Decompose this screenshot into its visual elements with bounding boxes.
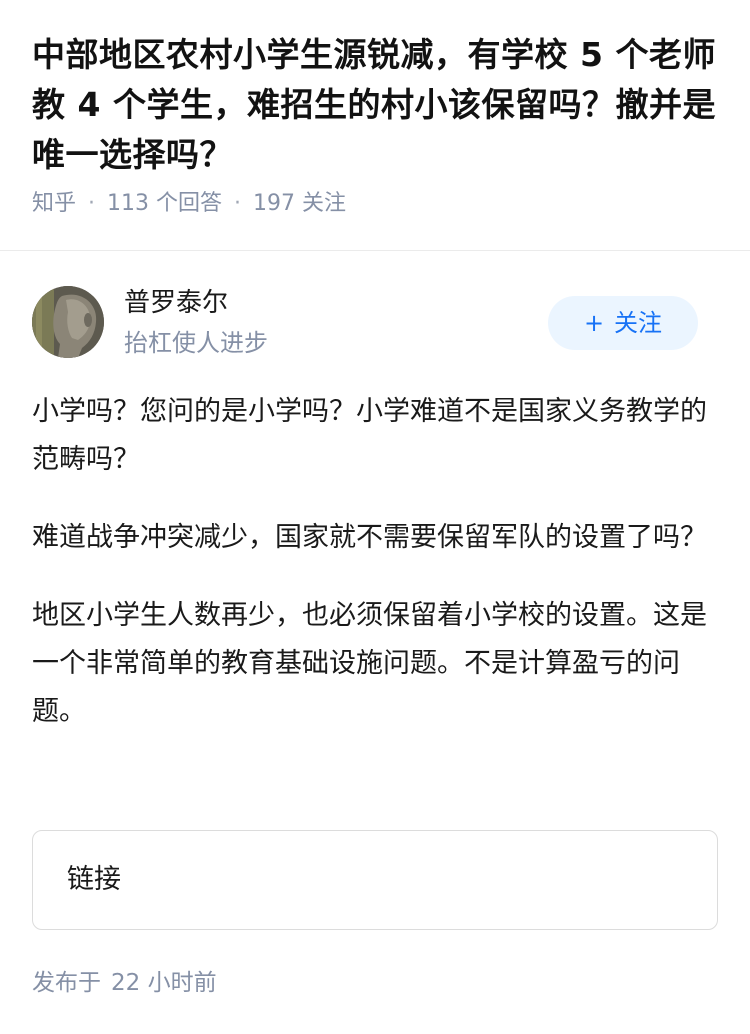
follow-button[interactable]: + 关注: [548, 296, 698, 350]
header-divider: [0, 250, 750, 251]
author-name[interactable]: 普罗泰尔: [124, 285, 228, 321]
separator-dot: ·: [88, 191, 96, 216]
avatar-photo-icon: [32, 286, 104, 358]
separator-dot: ·: [234, 191, 242, 216]
followers-count: 197 关注: [253, 191, 347, 216]
link-card-label: 链接: [67, 864, 121, 895]
answers-count[interactable]: 113 个回答: [107, 191, 222, 216]
plus-icon: +: [583, 309, 605, 337]
author-bio: 抬杠使人进步: [124, 329, 268, 357]
question-title[interactable]: 中部地区农村小学生源锐减，有学校 5 个老师教 4 个学生，难招生的村小该保留吗…: [32, 30, 718, 180]
answer-page: 中部地区农村小学生源锐减，有学校 5 个老师教 4 个学生，难招生的村小该保留吗…: [0, 0, 750, 1034]
link-card[interactable]: 链接: [32, 830, 718, 930]
answer-paragraph: 地区小学生人数再少，也必须保留着小学校的设置。这是一个非常简单的教育基础设施问题…: [32, 600, 707, 727]
answer-body: 小学吗？您问的是小学吗？小学难道不是国家义务教学的范畴吗？ 难道战争冲突减少，国…: [32, 388, 718, 766]
answer-paragraph: 难道战争冲突减少，国家就不需要保留军队的设置了吗？: [32, 522, 707, 553]
question-meta: 知乎 · 113 个回答 · 197 关注: [32, 188, 718, 220]
source-label[interactable]: 知乎: [32, 191, 76, 216]
published-prefix: 发布于: [32, 970, 101, 996]
answer-paragraph: 小学吗？您问的是小学吗？小学难道不是国家义务教学的范畴吗？: [32, 396, 707, 475]
follow-label: 关注: [614, 309, 663, 337]
published-time: 22 小时前: [111, 970, 217, 996]
avatar[interactable]: [32, 286, 104, 358]
question-header: 中部地区农村小学生源锐减，有学校 5 个老师教 4 个学生，难招生的村小该保留吗…: [0, 0, 750, 220]
author-row: 普罗泰尔 抬杠使人进步 + 关注: [32, 283, 718, 363]
publish-time: 发布于 22 小时前: [32, 966, 217, 1000]
